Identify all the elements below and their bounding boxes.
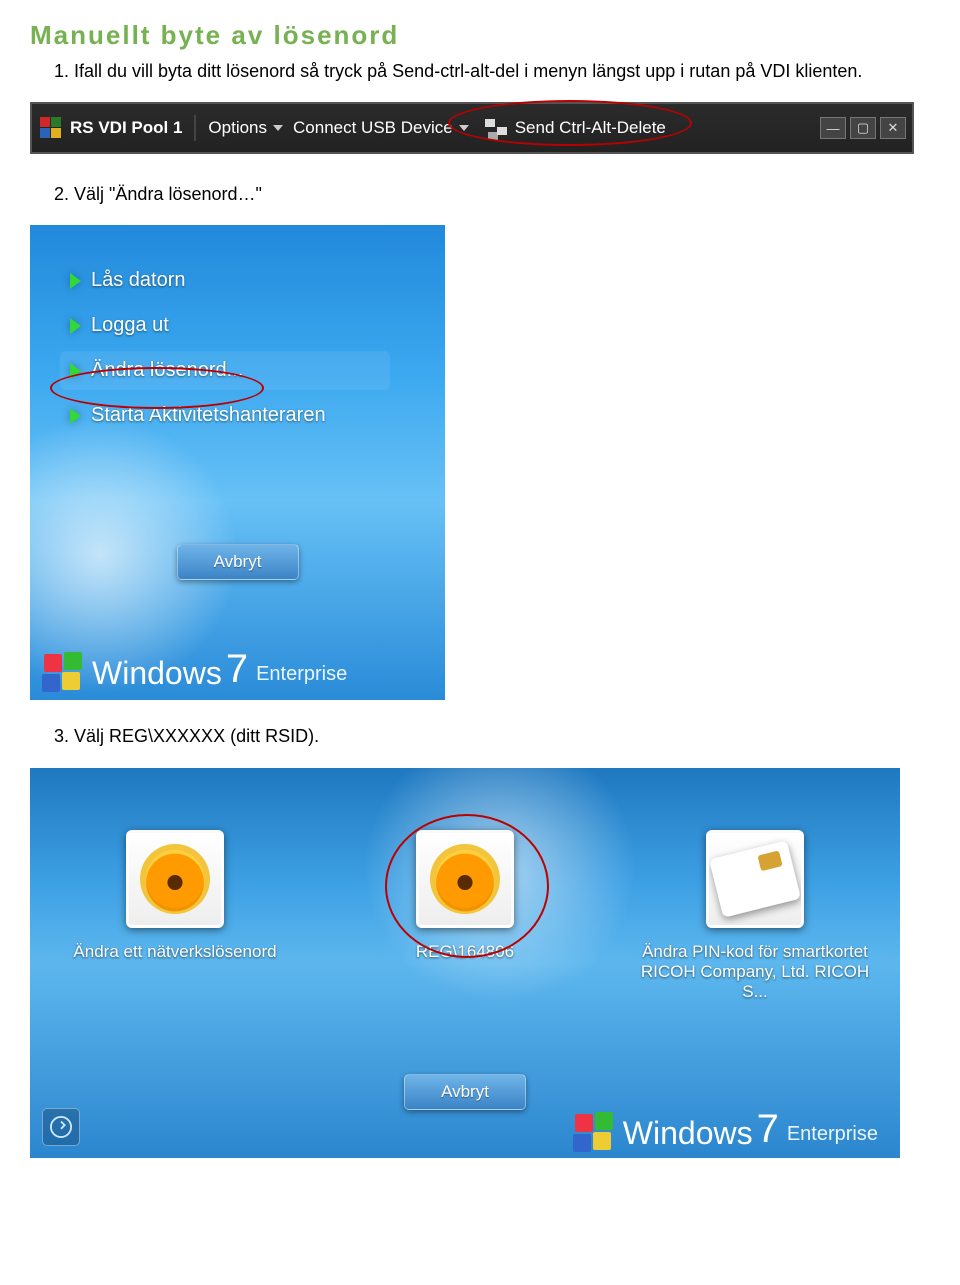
menu-lock[interactable]: Lås datorn — [60, 261, 390, 300]
maximize-button[interactable]: ▢ — [850, 117, 876, 139]
step-2: 2. Välj "Ändra lösenord…" — [54, 182, 930, 207]
login-screen: Ändra ett nätverkslösenord REG\164806 Än… — [30, 768, 900, 1158]
send-cad-button[interactable]: Send Ctrl-Alt-Delete — [515, 118, 666, 138]
page-title: Manuellt byte av lösenord — [30, 20, 930, 51]
windows-flag-icon — [42, 652, 86, 692]
windows-brand: Windows7Enterprise — [573, 1107, 878, 1152]
flower-icon — [140, 844, 210, 914]
windows-flag-icon — [40, 117, 62, 139]
vdi-toolbar: RS VDI Pool 1 Options Connect USB Device… — [30, 102, 914, 154]
close-button[interactable]: ✕ — [880, 117, 906, 139]
flower-icon — [430, 844, 500, 914]
tile-reg-user[interactable]: REG\164806 — [340, 830, 590, 1002]
menu-change-password[interactable]: Ändra lösenord... — [60, 351, 390, 390]
step-1: 1. Ifall du vill byta ditt lösenord så t… — [54, 59, 930, 84]
options-menu[interactable]: Options — [208, 118, 267, 138]
cad-screen: Lås datorn Logga ut Ändra lösenord... St… — [30, 225, 445, 700]
chevron-down-icon — [459, 125, 469, 131]
arrow-icon — [70, 363, 81, 379]
windows-brand: Windows7Enterprise — [42, 647, 347, 692]
toolbar-title: RS VDI Pool 1 — [70, 118, 182, 138]
tile-smartcard-pin[interactable]: Ändra PIN-kod för smartkortet RICOH Comp… — [630, 830, 880, 1002]
chevron-down-icon — [273, 125, 283, 131]
smartcard-icon — [709, 840, 801, 918]
ease-of-access-button[interactable] — [42, 1108, 80, 1146]
windows-flag-icon — [573, 1112, 617, 1152]
arrow-icon — [70, 408, 81, 424]
window-controls: — ▢ ✕ — [820, 117, 906, 139]
menu-logoff[interactable]: Logga ut — [60, 306, 390, 345]
cancel-button[interactable]: Avbryt — [177, 544, 299, 580]
network-icon — [485, 119, 509, 137]
menu-task-manager[interactable]: Starta Aktivitetshanteraren — [60, 396, 390, 435]
arrow-icon — [70, 318, 81, 334]
minimize-button[interactable]: — — [820, 117, 846, 139]
cancel-button[interactable]: Avbryt — [404, 1074, 526, 1110]
connect-usb-menu[interactable]: Connect USB Device — [293, 118, 453, 138]
step-3: 3. Välj REG\XXXXXX (ditt RSID). — [54, 724, 930, 749]
tile-network-password[interactable]: Ändra ett nätverkslösenord — [50, 830, 300, 1002]
arrow-icon — [70, 273, 81, 289]
accessibility-icon — [50, 1116, 72, 1138]
